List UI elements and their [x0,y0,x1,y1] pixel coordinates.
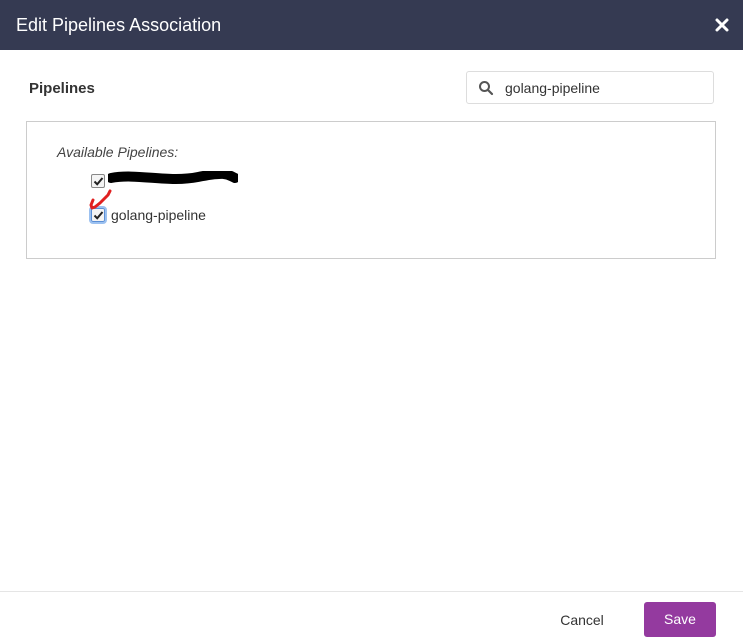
available-pipelines-panel: Available Pipelines: golang-pipeline [26,121,716,259]
footer-divider [0,591,743,592]
search-icon [478,80,494,96]
dialog-title: Edit Pipelines Association [16,15,222,35]
pipeline-checkbox[interactable] [91,174,105,188]
edit-pipelines-dialog: Edit Pipelines Association Pipelines Ava… [0,0,743,644]
close-icon[interactable] [713,16,731,34]
red-check-annotation [89,189,112,210]
search-field[interactable] [466,71,714,104]
cancel-button[interactable]: Cancel [548,603,616,637]
available-pipelines-label: Available Pipelines: [57,144,179,160]
pipeline-label: golang-pipeline [111,207,206,223]
redaction-scribble [108,171,238,184]
search-input[interactable] [505,72,705,103]
save-button[interactable]: Save [644,602,716,637]
pipelines-label: Pipelines [29,80,95,97]
dialog-header: Edit Pipelines Association [0,0,743,50]
